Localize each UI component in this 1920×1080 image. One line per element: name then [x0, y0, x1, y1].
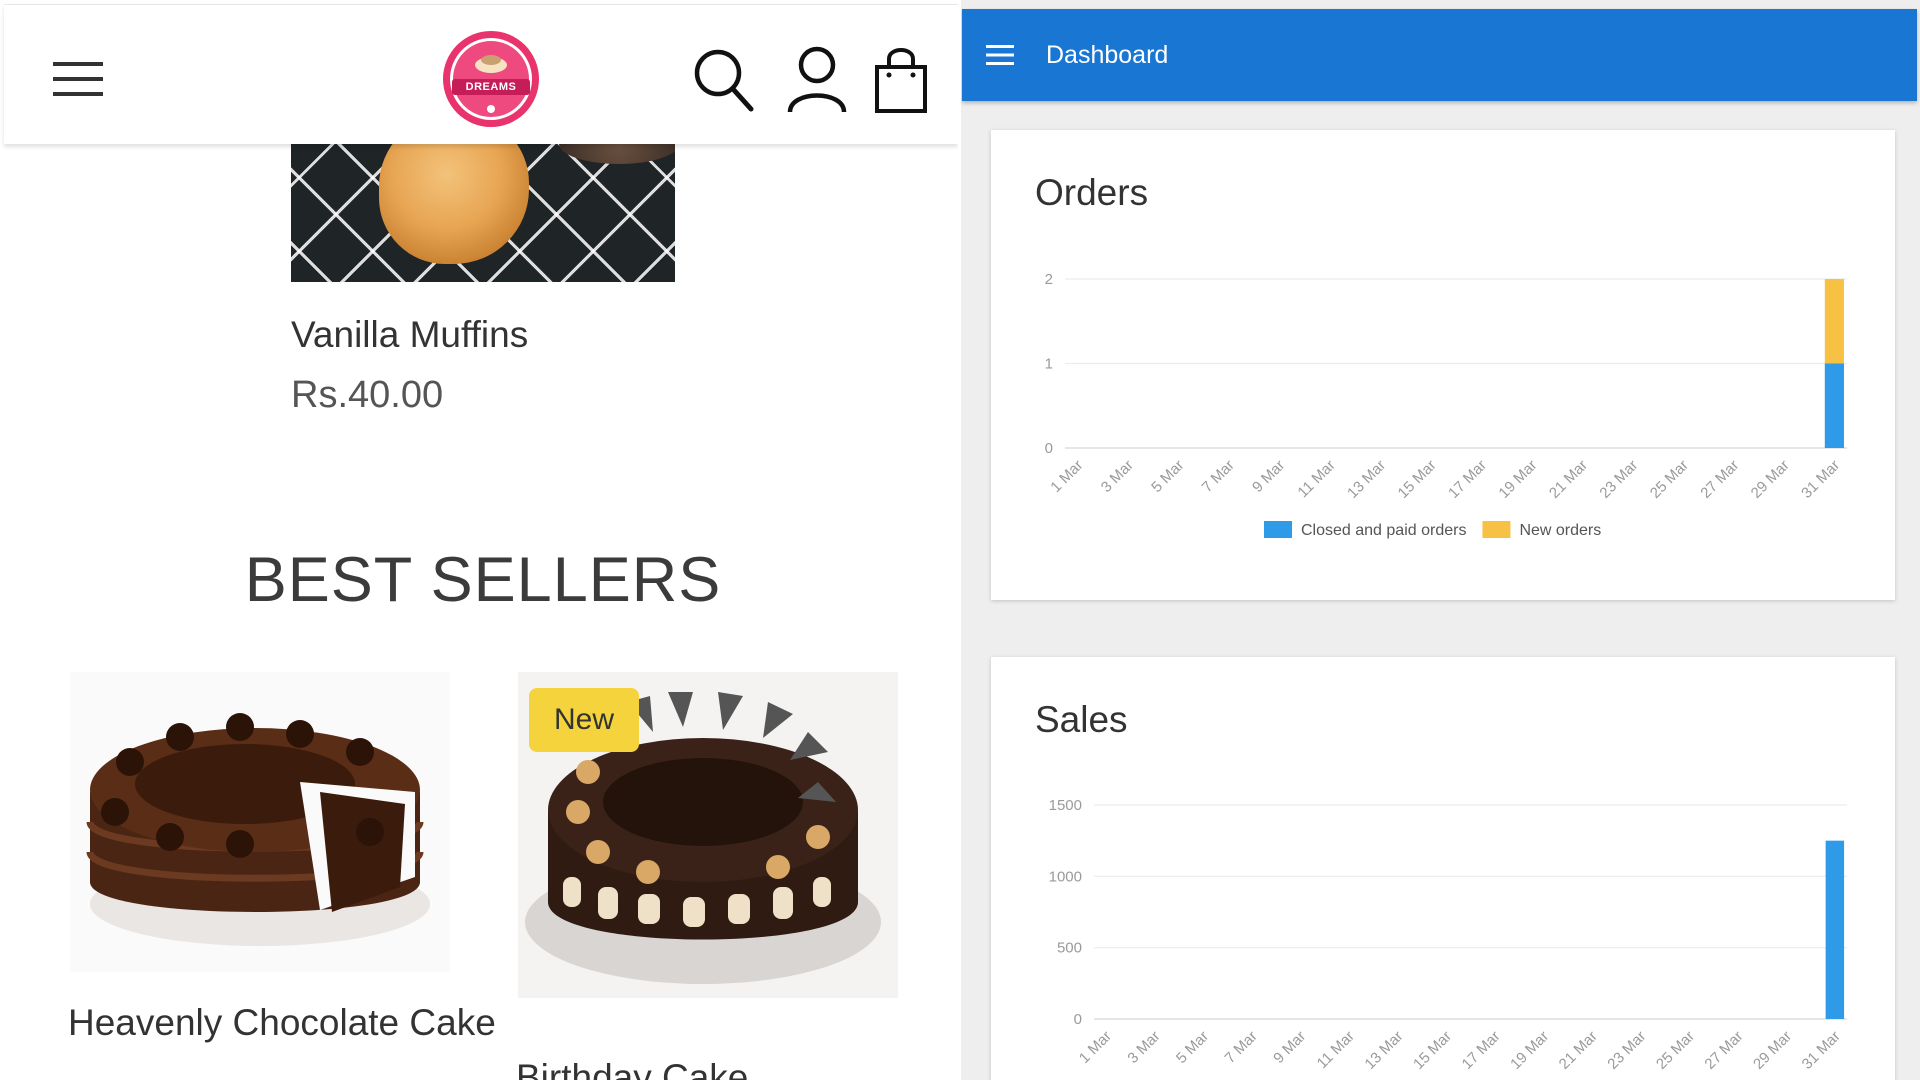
x-tick-label: 3 Mar [1124, 1028, 1163, 1067]
x-tick-label: 17 Mar [1445, 457, 1490, 502]
dashboard-panel: Dashboard Orders 0121 Mar 3 Mar 5 Mar 7 Mar… [961, 0, 1920, 1080]
legend-swatch [1264, 521, 1292, 538]
x-tick-label: 23 Mar [1596, 457, 1641, 502]
bar[interactable] [1824, 279, 1844, 364]
x-tick-label: 31 Mar [1799, 1028, 1844, 1073]
x-tick-label: 11 Mar [1314, 1028, 1358, 1072]
product-name[interactable]: Heavenly Chocolate Cake [68, 998, 496, 1048]
x-tick-label: 25 Mar [1653, 1028, 1698, 1073]
x-tick-label: 9 Mar [1270, 1028, 1309, 1067]
x-tick-label: 9 Mar [1249, 457, 1288, 496]
x-tick-label: 1 Mar [1047, 457, 1086, 496]
x-tick-label: 17 Mar [1459, 1028, 1504, 1073]
dreams-logo[interactable]: DREAMS [432, 29, 550, 129]
drawer-menu-button[interactable] [986, 39, 1018, 71]
sales-chart-card: Sales 0 500 1000 1500 1 Mar 3 Mar 5 Mar 7 Mar 9 … [991, 657, 1895, 1080]
search-button[interactable] [690, 45, 758, 117]
x-tick-label: 31 Mar [1798, 457, 1843, 502]
product-price: Rs.40.00 [291, 374, 444, 416]
account-button[interactable] [782, 41, 852, 117]
y-tick-label: 1000 [1049, 868, 1082, 885]
product-name[interactable]: Birthday Cake [516, 1053, 748, 1080]
sales-chart: 0 500 1000 1500 1 Mar 3 Mar 5 Mar 7 Mar 9 Mar 11 … [1049, 797, 1847, 1073]
chocolate-cake-image[interactable] [70, 672, 450, 972]
shopping-bag-button[interactable] [868, 41, 934, 119]
hamburger-menu-button[interactable] [48, 51, 108, 107]
x-tick-label: 11 Mar [1294, 457, 1338, 501]
x-tick-label: 5 Mar [1148, 457, 1187, 496]
logo-text: DREAMS [465, 81, 517, 93]
x-tick-label: 1 Mar [1076, 1028, 1115, 1067]
product-name[interactable]: Vanilla Muffins [291, 314, 528, 356]
store-header: DREAMS [4, 4, 958, 144]
x-tick-label: 29 Mar [1748, 457, 1793, 502]
x-tick-label: 13 Mar [1344, 457, 1389, 502]
legend-label: Closed and paid orders [1301, 522, 1466, 539]
shopping-bag-icon [875, 48, 927, 113]
x-tick-label: 19 Mar [1507, 1028, 1552, 1073]
x-tick-label: 21 Mar [1546, 457, 1591, 502]
x-tick-label: 25 Mar [1647, 457, 1692, 502]
y-tick-label: 500 [1057, 940, 1082, 957]
logo-badge-icon [443, 31, 539, 127]
x-tick-label: 21 Mar [1556, 1028, 1601, 1073]
new-badge: New [529, 688, 639, 752]
x-tick-label: 7 Mar [1222, 1028, 1261, 1067]
y-tick-label: 1500 [1049, 797, 1082, 814]
x-tick-label: 3 Mar [1098, 457, 1137, 496]
bar[interactable] [1824, 363, 1844, 449]
app-bar: Dashboard [962, 9, 1917, 101]
muffin-graphic-secondary [559, 144, 675, 164]
storefront-panel: DREAMS Vanilla Muffins Rs.40.00 BEST SEL… [0, 0, 958, 1080]
x-tick-label: 15 Mar [1395, 457, 1440, 502]
page-title: Dashboard [1046, 41, 1169, 69]
bar[interactable] [1825, 840, 1845, 1019]
x-tick-label: 27 Mar [1697, 457, 1742, 502]
x-tick-label: 29 Mar [1750, 1028, 1795, 1073]
chocolate-cake-graphic [86, 713, 430, 946]
y-tick-label: 2 [1045, 271, 1053, 288]
search-icon [694, 49, 754, 112]
best-sellers-heading: BEST SELLERS [244, 545, 722, 615]
hamburger-icon [53, 62, 103, 96]
y-tick-label: 1 [1045, 356, 1053, 373]
x-tick-label: 13 Mar [1361, 1028, 1406, 1073]
y-tick-label: 0 [1045, 440, 1053, 457]
user-icon [787, 46, 847, 113]
vanilla-muffins-image[interactable] [291, 144, 675, 282]
x-tick-label: 27 Mar [1701, 1028, 1746, 1073]
legend-swatch [1482, 521, 1511, 538]
x-tick-label: 7 Mar [1199, 457, 1238, 496]
x-tick-label: 23 Mar [1604, 1028, 1649, 1073]
x-tick-label: 5 Mar [1173, 1028, 1212, 1067]
orders-chart-card: Orders 0121 Mar 3 Mar 5 Mar 7 Mar 9 Mar 11 Ma… [991, 130, 1895, 600]
legend-label: New orders [1519, 522, 1601, 539]
y-tick-label: 0 [1074, 1011, 1082, 1028]
x-tick-label: 19 Mar [1495, 457, 1540, 502]
muffin-graphic [379, 144, 529, 264]
hamburger-icon [986, 45, 1014, 65]
x-tick-label: 15 Mar [1410, 1028, 1455, 1073]
orders-chart: 0121 Mar 3 Mar 5 Mar 7 Mar 9 Mar 11 Mar 13 Mar… [1045, 271, 1847, 539]
